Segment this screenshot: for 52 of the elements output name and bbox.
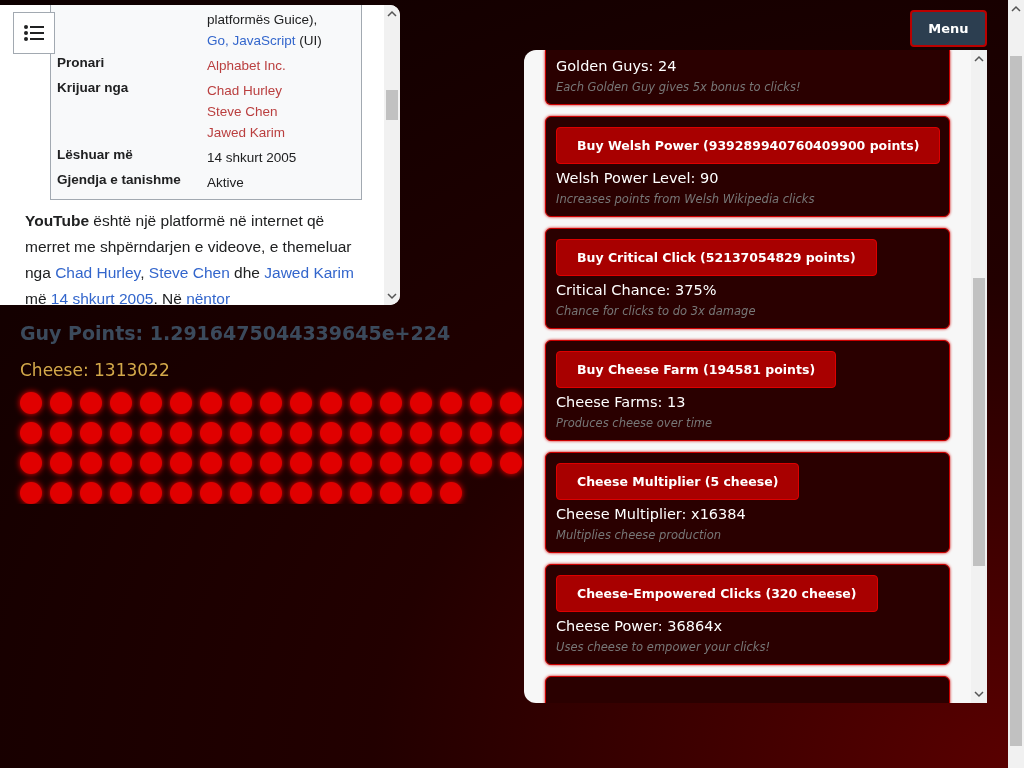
- chevron-down-icon[interactable]: [387, 291, 397, 301]
- upgrade-description: Chance for clicks to do 3x damage: [556, 304, 757, 318]
- infobox-label: Krijuar nga: [57, 80, 129, 95]
- chevron-down-icon[interactable]: [974, 689, 984, 699]
- scrollbar-thumb[interactable]: [386, 90, 398, 120]
- upgrade-stat: Cheese Farms: 13: [556, 394, 687, 410]
- guy-points-text: Guy Points: 1.2916475044339645e+224: [20, 322, 452, 344]
- infobox-value: Aktive: [207, 175, 244, 190]
- infobox-value: 14 shkurt 2005: [207, 150, 297, 165]
- upgrade-stat: Golden Guys: 24: [556, 58, 678, 74]
- link[interactable]: Steve Chen: [207, 104, 278, 119]
- buy-button[interactable]: Buy Cheese Farm (194581 points): [556, 351, 837, 388]
- list-icon: [24, 24, 44, 42]
- scrollbar[interactable]: [384, 5, 400, 305]
- link[interactable]: Go, JavaScript: [207, 33, 296, 48]
- upgrade-description: Uses cheese to empower your clicks!: [556, 640, 772, 654]
- scrollbar-thumb[interactable]: [973, 278, 985, 566]
- link[interactable]: Chad Hurley: [207, 83, 283, 98]
- chevron-up-icon[interactable]: [1011, 4, 1021, 14]
- menu-button[interactable]: Menu: [910, 10, 987, 47]
- buy-button[interactable]: Buy Welsh Power (939289940760409900 points): [556, 127, 941, 164]
- buy-button[interactable]: Buy Critical Click (52137054829 points): [556, 239, 877, 276]
- infobox-value: platformës Guice),: [207, 12, 318, 27]
- chevron-up-icon[interactable]: [974, 54, 984, 64]
- link[interactable]: Jawed Karim: [207, 125, 286, 140]
- infobox-label: Pronari: [57, 55, 105, 70]
- link[interactable]: nëntor: [186, 290, 231, 305]
- upgrade-description: Multiplies cheese production: [556, 528, 722, 542]
- infobox-label: Gjendja e tanishme: [57, 172, 181, 187]
- buy-button[interactable]: Cheese-Empowered Clicks (320 cheese): [556, 575, 878, 612]
- upgrade-stat: Cheese Power: 36864x: [556, 618, 724, 634]
- scrollbar[interactable]: [1008, 0, 1024, 768]
- infobox-label: Lëshuar më: [57, 147, 133, 162]
- link[interactable]: 14 shkurt 2005: [50, 290, 154, 305]
- upgrade-description: Each Golden Guy gives 5x bonus to clicks!: [556, 80, 802, 94]
- link[interactable]: Chad Hurley: [55, 264, 141, 281]
- upgrade-stat: Cheese Multiplier: x16384: [556, 506, 747, 522]
- cheese-count-text: Cheese: 1313022: [20, 360, 171, 380]
- link[interactable]: Alphabet Inc.: [207, 58, 286, 73]
- upgrade-description: Increases points from Welsh Wikipedia clicks: [556, 192, 816, 206]
- upgrade-stat: Welsh Power Level: 90: [556, 170, 720, 186]
- scrollbar-thumb[interactable]: [1010, 56, 1022, 746]
- scrollbar[interactable]: [971, 50, 987, 703]
- chevron-up-icon[interactable]: [387, 9, 397, 19]
- link[interactable]: Steve Chen: [148, 264, 230, 281]
- upgrade-stat: Critical Chance: 375%: [556, 282, 718, 298]
- article-paragraph: YouTube është një platformë në internet që merret me shpërndarjen e videove, e themeluar nga Chad Hurley, Steve Chen dhe Jawed Karim më 14 shkurt 2005. Në nëntor: [25, 211, 355, 305]
- upgrade-description: Produces cheese over time: [556, 416, 714, 430]
- link[interactable]: Jawed Karim: [264, 264, 354, 281]
- contents-menu-button[interactable]: [13, 12, 55, 54]
- infobox-value: (UI): [298, 33, 322, 48]
- buy-button[interactable]: Cheese Multiplier (5 cheese): [556, 463, 800, 500]
